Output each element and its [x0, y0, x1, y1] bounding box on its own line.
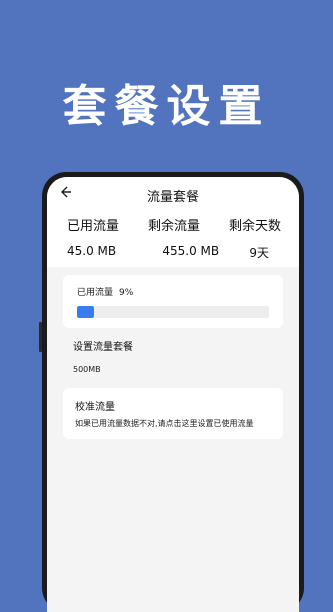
usage-progress-track — [77, 306, 269, 318]
plan-setting-item[interactable]: 设置流量套餐 500MB — [63, 338, 283, 374]
page-title: 流量套餐 — [146, 190, 199, 205]
stats-labels-row: 已用流量 剩余流量 剩余天数 — [47, 215, 299, 234]
remaining-label: 剩余流量 — [147, 219, 200, 234]
top-bar: 流量套餐 — [47, 177, 299, 211]
phone-screen: 流量套餐 已用流量 剩余流量 剩余天数 45.0 MB 455.0 MB 9天 … — [47, 177, 299, 612]
phone-side-button — [39, 322, 42, 352]
plan-setting-title: 设置流量套餐 — [73, 342, 133, 353]
calibrate-card[interactable]: 校准流量 如果已用流量数据不对,请点击这里设置已使用流量 — [63, 388, 283, 439]
usage-progress-fill — [77, 306, 95, 318]
remaining-value: 455.0 MB — [162, 244, 220, 258]
usage-line: 已用流量 9% — [77, 285, 269, 298]
days-value: 9天 — [249, 246, 269, 260]
calibrate-title: 校准流量 — [75, 402, 115, 413]
usage-percent: 9% — [119, 288, 134, 298]
usage-label: 已用流量 — [77, 288, 114, 298]
used-value: 45.0 MB — [67, 244, 117, 258]
promo-banner-title: 套餐设置 — [62, 81, 271, 132]
stats-section: 已用流量 剩余流量 剩余天数 45.0 MB 455.0 MB 9天 — [47, 211, 299, 267]
days-label: 剩余天数 — [228, 219, 281, 234]
calibrate-description: 如果已用流量数据不对,请点击这里设置已使用流量 — [75, 419, 254, 428]
used-label: 已用流量 — [67, 219, 120, 234]
plan-setting-value: 500MB — [73, 365, 101, 374]
usage-card: 已用流量 9% — [63, 275, 283, 328]
stats-values-row: 45.0 MB 455.0 MB 9天 — [47, 244, 299, 261]
phone-frame: 流量套餐 已用流量 剩余流量 剩余天数 45.0 MB 455.0 MB 9天 … — [39, 172, 304, 612]
